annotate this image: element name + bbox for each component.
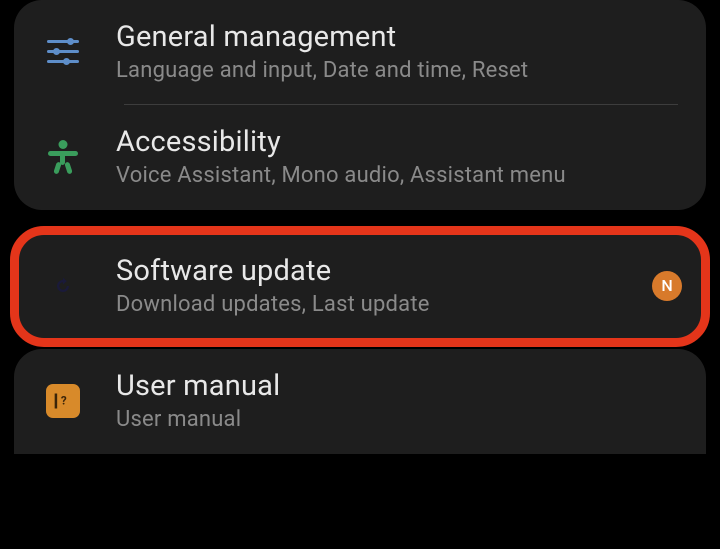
settings-item-software-update[interactable]: Software update Download updates, Last u…: [14, 234, 706, 339]
item-subtitle: Voice Assistant, Mono audio, Assistant m…: [116, 163, 682, 188]
settings-group-user-manual: ? User manual User manual: [14, 349, 706, 454]
settings-item-accessibility[interactable]: Accessibility Voice Assistant, Mono audi…: [14, 105, 706, 210]
text-content: Accessibility Voice Assistant, Mono audi…: [116, 125, 682, 188]
settings-item-general-management[interactable]: General management Language and input, D…: [14, 0, 706, 105]
item-title: Accessibility: [116, 125, 682, 159]
manual-icon: ?: [44, 382, 82, 420]
item-title: General management: [116, 20, 682, 54]
highlight-container: Software update Download updates, Last u…: [6, 234, 714, 339]
settings-group-software-update: Software update Download updates, Last u…: [14, 234, 706, 339]
item-title: Software update: [116, 254, 652, 288]
notification-badge: N: [652, 271, 682, 301]
svg-text:?: ?: [61, 393, 67, 407]
update-icon: [44, 267, 82, 305]
settings-item-user-manual[interactable]: ? User manual User manual: [14, 349, 706, 454]
text-content: User manual User manual: [116, 369, 682, 432]
text-content: Software update Download updates, Last u…: [116, 254, 652, 317]
settings-group-1: General management Language and input, D…: [14, 0, 706, 210]
accessibility-icon: [44, 138, 82, 176]
sliders-icon: [44, 33, 82, 71]
item-subtitle: User manual: [116, 407, 682, 432]
item-title: User manual: [116, 369, 682, 403]
text-content: General management Language and input, D…: [116, 20, 682, 83]
item-subtitle: Language and input, Date and time, Reset: [116, 58, 682, 83]
item-subtitle: Download updates, Last update: [116, 292, 652, 317]
